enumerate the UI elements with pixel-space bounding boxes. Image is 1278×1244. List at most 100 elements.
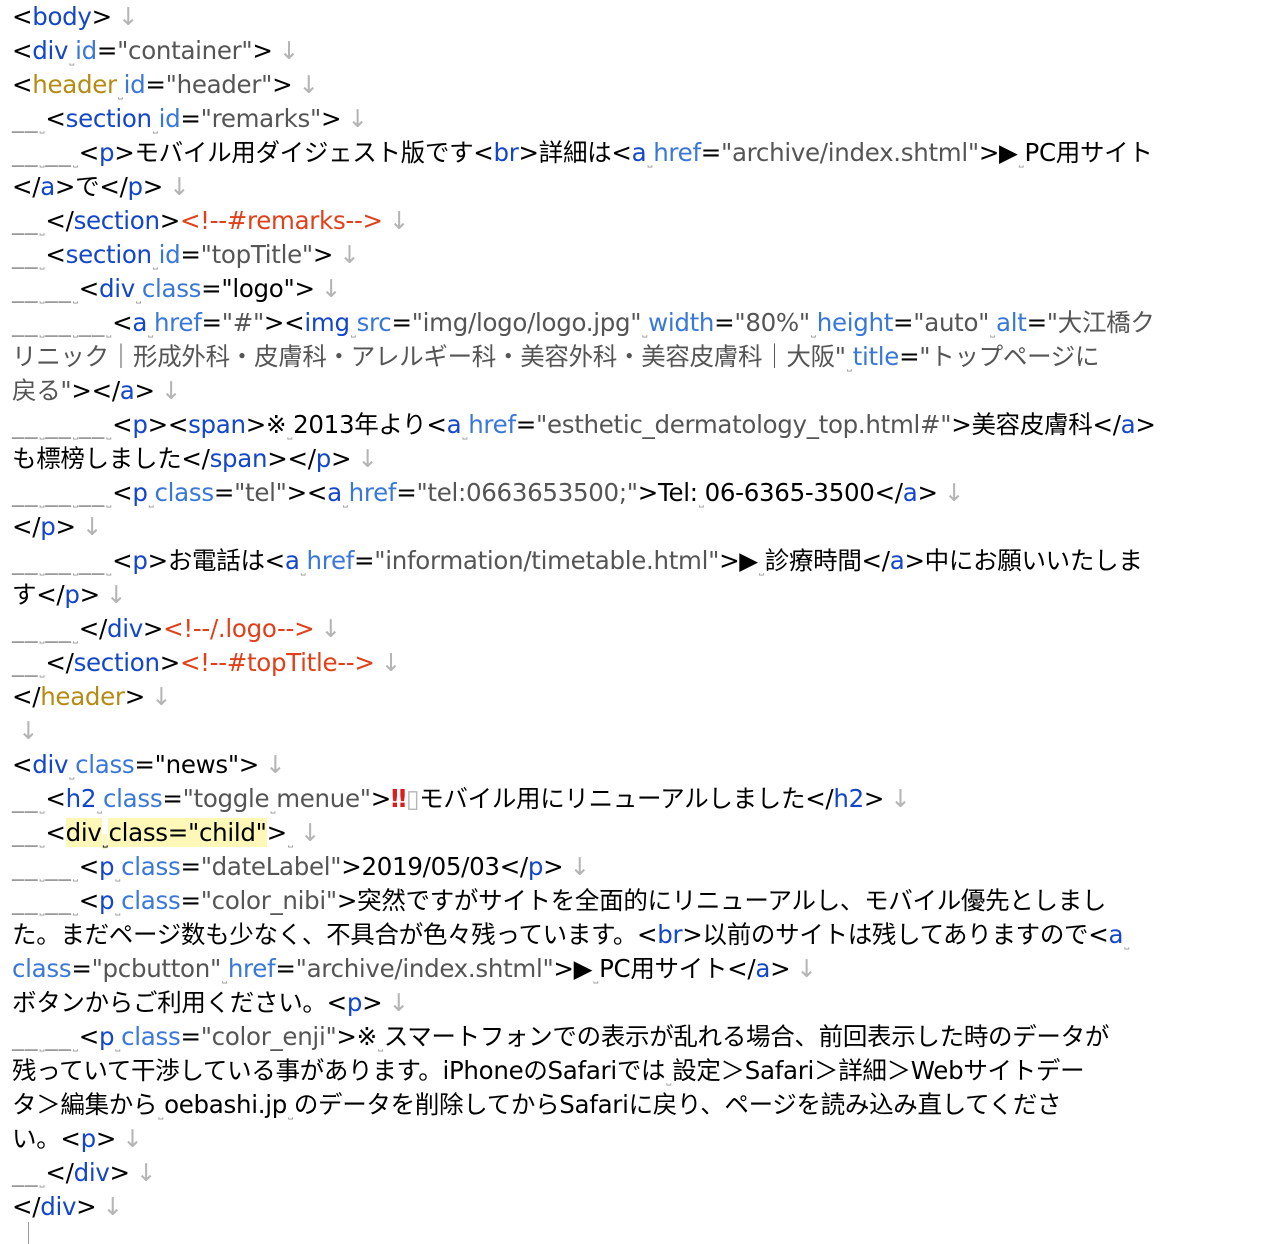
indent-marker: __ [12, 104, 39, 133]
code-text: い。< [12, 1124, 81, 1153]
code-line[interactable]: class="pcbutton"˽href="archive/index.sht… [12, 952, 1278, 986]
tag-name: p [315, 444, 332, 473]
attr-value: "archive/index.shtml" [721, 138, 979, 167]
tag-name: section [65, 104, 152, 133]
space-marker: ˽ [350, 324, 356, 339]
code-text: = [396, 478, 417, 507]
attr-value: "information/timetable.html" [374, 546, 720, 575]
newline-marker-icon: ↓ [339, 240, 360, 269]
code-line[interactable]: い。<p> ↓ [12, 1122, 1278, 1156]
attr-value: "大江橋ク [1046, 308, 1155, 337]
space-marker: ˽ [106, 494, 112, 509]
space-marker: ˽ [300, 562, 306, 577]
code-line[interactable]: ↓ [12, 714, 1278, 748]
code-line[interactable]: __˽__˽</div><!--/.logo--> ↓ [12, 612, 1278, 646]
indent-marker: __ [12, 784, 39, 813]
code-text: oebashi.jp [164, 1090, 287, 1119]
code-text: >以前のサイトは残してありますので< [682, 920, 1109, 949]
code-text: < [78, 1022, 100, 1051]
attr-value: "pcbutton" [91, 954, 222, 983]
indent-marker: __ [45, 886, 72, 915]
tag-name-header: header [32, 70, 117, 99]
code-text: > [770, 954, 791, 983]
code-line[interactable]: __˽__˽<div˽class="logo"> ↓ [12, 272, 1278, 306]
code-line[interactable]: 戻る"></a> ↓ [12, 374, 1278, 408]
indent-marker: __ [12, 1022, 39, 1051]
space-marker: ˽ [287, 426, 293, 441]
attr-name: id [158, 240, 181, 269]
code-line[interactable]: __˽</section><!--#remarks--> ↓ [12, 204, 1278, 238]
space-marker: ˽ [39, 834, 45, 849]
code-text: < [306, 478, 328, 507]
code-line[interactable]: __˽<h2˽class="toggle˽menue">‼▯モバイル用にリニュー… [12, 782, 1278, 816]
space-marker: ˽ [72, 290, 78, 305]
code-line[interactable]: <body> ↓ [12, 0, 1278, 34]
code-line[interactable]: </p> ↓ [12, 510, 1278, 544]
code-text: た。まだページ数も少なく、不具合が色々残っています。< [12, 920, 658, 949]
code-line[interactable]: __˽</div> ↓ [12, 1156, 1278, 1190]
space-marker: ˽ [270, 800, 276, 815]
code-text: < [78, 138, 100, 167]
indent-marker: __ [12, 308, 39, 337]
space-marker: ˽ [39, 290, 45, 305]
code-text: < [112, 546, 133, 575]
tag-name: p [80, 1124, 97, 1153]
code-line[interactable]: __˽__˽__˽<p˽class="tel"><a˽href="tel:066… [12, 476, 1278, 510]
tag-name: a [40, 172, 55, 201]
space-marker: ˽ [377, 1038, 383, 1053]
newline-marker-icon: ↓ [347, 104, 368, 133]
tag-name: span [209, 444, 268, 473]
space-marker: ˽ [106, 324, 112, 339]
code-text: = [180, 240, 201, 269]
code-text: </ [287, 444, 316, 473]
code-text: < [12, 36, 33, 65]
code-text: >※ [245, 410, 287, 439]
code-line[interactable]: </header> ↓ [12, 680, 1278, 714]
code-line[interactable]: __˽__˽<p˽class="color_enji">※˽スマートフォンでの表… [12, 1020, 1278, 1054]
code-text: = [71, 954, 92, 983]
code-line[interactable]: </a>で</p> ↓ [12, 170, 1278, 204]
code-line[interactable]: <header˽id="header"> ↓ [12, 68, 1278, 102]
code-line[interactable]: __˽__˽__˽<p><span>※˽2013年より<a˽href="esth… [12, 408, 1278, 442]
newline-marker-icon: ↓ [890, 784, 911, 813]
code-text: = [275, 954, 296, 983]
code-line[interactable]: __˽<div˽class="child">˽ ↓ [12, 816, 1278, 850]
code-line[interactable]: __˽__˽__˽<a˽href="#"><img˽src="img/logo/… [12, 306, 1278, 340]
code-line[interactable]: __˽</section><!--#topTitle--> ↓ [12, 646, 1278, 680]
indent-marker: __ [12, 852, 39, 881]
code-line[interactable]: __˽__˽__˽<p>お電話は<a˽href="information/tim… [12, 544, 1278, 578]
code-line[interactable]: リニック｜形成外科・皮膚科・アレルギー科・美容外科・美容皮膚科｜大阪"˽titl… [12, 340, 1278, 374]
code-text: > [266, 818, 288, 847]
indent-marker: __ [45, 546, 72, 575]
indent-marker: __ [45, 138, 72, 167]
code-text: 診療時間</ [764, 546, 890, 575]
code-text: = [391, 308, 412, 337]
code-text: > [71, 376, 92, 405]
code-line[interactable]: ボタンからご利用ください。<p> ↓ [12, 986, 1278, 1020]
code-line[interactable]: __˽<section˽id="remarks"> ↓ [12, 102, 1278, 136]
space-marker: ˽ [698, 494, 704, 509]
code-line[interactable]: タ＞編集から˽oebashi.jp˽のデータを削除してからSafariに戻り、ペ… [12, 1088, 1278, 1122]
indent-marker: __ [45, 478, 72, 507]
code-line[interactable]: も標榜しました</span></p> ↓ [12, 442, 1278, 476]
space-marker: ˽ [72, 868, 78, 883]
code-line[interactable]: 残っていて干渉している事があります。iPhoneのSafariでは˽設定＞Saf… [12, 1054, 1278, 1088]
space-marker: ˽ [97, 800, 102, 815]
code-line[interactable]: す</p> ↓ [12, 578, 1278, 612]
code-line[interactable]: __˽<section˽id="topTitle"> ↓ [12, 238, 1278, 272]
code-line[interactable]: __˽__˽<p˽class="dateLabel">2019/05/03</p… [12, 850, 1278, 884]
indent-marker: __ [12, 1158, 39, 1187]
code-editor[interactable]: <body> ↓ <div˽id="container"> ↓ <header˽id="… [0, 0, 1278, 1242]
code-line[interactable]: <div˽class="news"> ↓ [12, 748, 1278, 782]
indent-marker: __ [12, 240, 39, 269]
newline-marker-icon: ↓ [569, 852, 590, 881]
space-marker: ˽ [1124, 936, 1130, 951]
code-line[interactable]: た。まだページ数も少なく、不具合が色々残っています。<br>以前のサイトは残して… [12, 918, 1278, 952]
code-line[interactable]: <div˽id="container"> ↓ [12, 34, 1278, 68]
tag-name: section [65, 240, 152, 269]
code-line[interactable]: __˽__˽<p>モバイル用ダイジェスト版です<br>詳細は<a˽href="a… [12, 136, 1278, 170]
code-line[interactable]: </div> ↓ [12, 1190, 1278, 1224]
space-marker: ˽ [39, 494, 45, 509]
attr-value: "container" [117, 36, 253, 65]
code-line[interactable]: __˽__˽<p˽class="color_nibi">突然ですがサイトを全面的… [12, 884, 1278, 918]
